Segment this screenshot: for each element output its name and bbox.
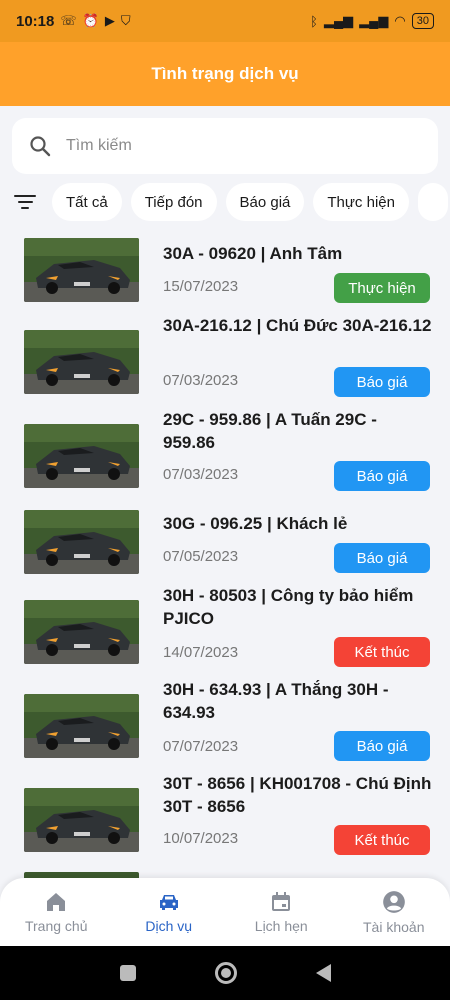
filter-row: Tất cả Tiếp đón Báo giá Thực hiện bbox=[0, 182, 450, 222]
calendar-icon bbox=[272, 892, 291, 911]
car-thumbnail bbox=[24, 694, 139, 758]
nav-account[interactable]: Tài khoản bbox=[338, 878, 450, 946]
nav-services[interactable]: Dịch vụ bbox=[113, 878, 226, 946]
status-time: 10:18 bbox=[16, 12, 55, 30]
service-title: 29C - 959.86 | A Tuấn 29C - 959.86 bbox=[163, 410, 377, 452]
play-icon: ▶ bbox=[104, 13, 115, 28]
signal-icon: ▂▄▆ bbox=[323, 13, 354, 28]
filter-chip-more[interactable] bbox=[417, 183, 448, 221]
status-badge: Báo giá bbox=[334, 461, 430, 491]
status-badge: Thực hiện bbox=[334, 273, 430, 303]
app-header: Tình trạng dịch vụ bbox=[0, 42, 450, 106]
status-badge: Báo giá bbox=[334, 731, 430, 761]
system-nav-bar bbox=[0, 946, 450, 1000]
service-title: 30H - 634.93 | A Thắng 30H - 634.93 bbox=[163, 680, 389, 722]
bluetooth-icon: ᛒ bbox=[310, 13, 318, 29]
status-badge: Báo giá bbox=[334, 543, 430, 573]
service-list: 30A - 09620 | Anh Tâm 15/07/2023 Thực hiện… bbox=[0, 228, 450, 888]
filter-icon[interactable] bbox=[14, 195, 36, 209]
account-icon bbox=[382, 891, 405, 913]
search-input[interactable] bbox=[66, 137, 422, 155]
search-bar[interactable] bbox=[12, 118, 438, 174]
filter-chip-quote[interactable]: Báo giá bbox=[225, 183, 305, 221]
service-date: 10/07/2023 bbox=[163, 830, 239, 847]
recent-apps-button[interactable] bbox=[119, 965, 136, 981]
status-badge: Kết thúc bbox=[334, 825, 430, 855]
car-thumbnail bbox=[24, 510, 139, 574]
bottom-nav: Trang chủ Dịch vụ Lịch hẹn Tài khoản bbox=[0, 878, 450, 946]
car-thumbnail bbox=[24, 424, 139, 488]
status-badge: Báo giá bbox=[334, 367, 430, 397]
nav-home-label: Trang chủ bbox=[24, 918, 88, 934]
nav-appointments-label: Lịch hẹn bbox=[254, 918, 308, 934]
car-icon bbox=[159, 895, 178, 910]
car-thumbnail bbox=[24, 788, 139, 852]
filter-chip-all[interactable]: Tất cả bbox=[52, 183, 122, 221]
service-date: 07/03/2023 bbox=[163, 466, 239, 483]
signal-icon-2: ▂▄▆ bbox=[359, 13, 389, 28]
status-badge: Kết thúc bbox=[334, 637, 430, 667]
page-title: Tình trạng dịch vụ bbox=[151, 64, 299, 83]
service-date: 15/07/2023 bbox=[163, 278, 239, 295]
car-thumbnail bbox=[24, 238, 139, 302]
home-icon bbox=[47, 893, 66, 911]
nav-home[interactable]: Trang chủ bbox=[0, 878, 113, 946]
missed-call-icon: ☏ bbox=[60, 13, 77, 28]
back-button[interactable] bbox=[315, 964, 331, 982]
nav-account-label: Tài khoản bbox=[363, 919, 425, 935]
filter-chip-in-progress[interactable]: Thực hiện bbox=[313, 183, 409, 221]
service-title: 30H - 80503 | Công ty bảo hiểm PJICO bbox=[163, 586, 414, 628]
alarm-icon: ⏰ bbox=[82, 13, 99, 28]
nav-services-label: Dịch vụ bbox=[145, 918, 193, 934]
service-title: 30A-216.12 | Chú Đức 30A-216.12 bbox=[163, 316, 432, 335]
status-bar: 10:18 ☏ ⏰ ▶ ⛉ ᛒ ▂▄▆ ▂▄▆ ◠ 30 bbox=[0, 0, 450, 42]
car-thumbnail bbox=[24, 600, 139, 664]
wifi-icon: ◠ bbox=[394, 13, 406, 28]
search-icon bbox=[30, 136, 51, 157]
filter-chip-reception[interactable]: Tiếp đón bbox=[130, 183, 217, 221]
service-date: 07/05/2023 bbox=[163, 548, 239, 565]
nav-appointments[interactable]: Lịch hẹn bbox=[225, 878, 338, 946]
service-title: 30T - 8656 | KH001708 - Chú Định 30T - 8… bbox=[163, 774, 432, 816]
home-button[interactable] bbox=[214, 962, 237, 984]
battery-icon: 30 bbox=[411, 13, 434, 29]
shield-icon: ⛉ bbox=[120, 13, 131, 28]
service-title: 30G - 096.25 | Khách lẻ bbox=[163, 514, 348, 533]
service-date: 07/03/2023 bbox=[163, 372, 239, 389]
service-title: 30A - 09620 | Anh Tâm bbox=[163, 244, 343, 263]
service-date: 07/07/2023 bbox=[163, 738, 239, 755]
service-date: 14/07/2023 bbox=[163, 644, 239, 661]
car-thumbnail bbox=[24, 330, 139, 394]
